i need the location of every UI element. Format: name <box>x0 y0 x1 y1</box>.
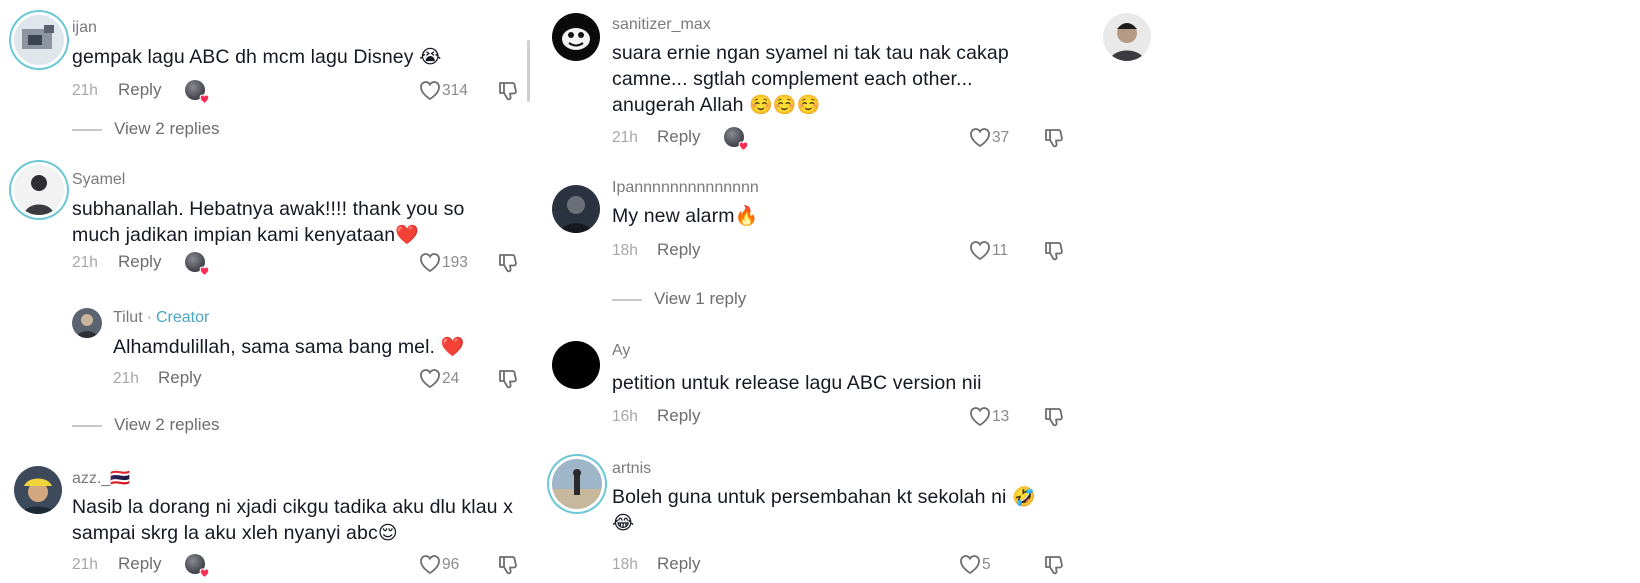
like-count: 193 <box>442 254 468 271</box>
comment-text: gempak lagu ABC dh mcm lagu Disney 😭 <box>72 46 442 68</box>
heart-outline-icon <box>420 555 440 575</box>
comment-username[interactable]: ijan <box>72 19 97 37</box>
comment-text: Nasib la dorang ni xjadi cikgu tadika ak… <box>72 496 513 544</box>
pixel-avatar-icon[interactable] <box>14 15 64 65</box>
beach-avatar-icon[interactable] <box>552 459 602 509</box>
reply-button[interactable]: Reply <box>657 406 700 426</box>
comment-username[interactable]: Ipannnnnnnnnnnnnn <box>612 179 759 197</box>
portrait-avatar-icon[interactable] <box>1103 13 1151 61</box>
comment-time: 16h <box>612 408 638 425</box>
reply-username[interactable]: Tilut · Creator <box>113 309 209 327</box>
view-replies-button[interactable]: View 1 reply <box>612 288 812 312</box>
heart-outline-icon <box>960 555 980 575</box>
comment-time: 21h <box>72 254 98 271</box>
comment-username[interactable]: sanitizer_max <box>612 16 711 34</box>
comment-username[interactable]: artnis <box>612 460 651 478</box>
reply-button[interactable]: Reply <box>657 554 700 574</box>
creator-liked-icon <box>185 252 210 277</box>
reply-button[interactable]: Reply <box>118 80 161 100</box>
comment-time: 18h <box>612 556 638 573</box>
thumbs-down-icon[interactable] <box>1042 126 1066 150</box>
comment-username[interactable]: Ay <box>612 342 630 360</box>
like-count: 13 <box>992 408 1010 425</box>
reply-button[interactable]: Reply <box>118 252 161 272</box>
like-count: 24 <box>442 370 460 387</box>
heart-outline-icon <box>970 407 990 427</box>
comment-time: 21h <box>612 129 638 146</box>
like-count: 5 <box>982 556 991 573</box>
view-replies-button[interactable]: View 2 replies <box>72 118 272 142</box>
emoji: 🤣 <box>1012 486 1036 508</box>
creator-liked-icon <box>724 127 749 152</box>
comment-time: 21h <box>72 556 98 573</box>
thumbs-down-icon[interactable] <box>496 79 520 103</box>
heart-outline-icon <box>970 241 990 261</box>
comment-text: subhanallah. Hebatnya awak!!!! thank you… <box>72 198 465 246</box>
emoji: ❤️ <box>440 336 465 358</box>
comment-text: Boleh guna untuk persembahan kt sekolah … <box>612 486 1036 534</box>
emoji: ❤️ <box>395 224 419 246</box>
scrollbar[interactable] <box>527 40 530 102</box>
yellow-hat-avatar-icon[interactable] <box>14 466 62 514</box>
reply-time: 21h <box>113 370 139 387</box>
comment-username[interactable]: azz._🇹🇭 <box>72 468 130 488</box>
comment-time: 21h <box>72 82 98 99</box>
thumbs-down-icon[interactable] <box>1042 239 1066 263</box>
person-avatar-icon[interactable] <box>14 165 64 215</box>
thumbs-down-icon[interactable] <box>496 367 520 391</box>
comment-column-3 <box>1095 0 1640 583</box>
comment-time: 18h <box>612 242 638 259</box>
emoji: 😌 <box>377 522 398 544</box>
heart-outline-icon <box>970 128 990 148</box>
like-count: 37 <box>992 129 1010 146</box>
reply-button[interactable]: Reply <box>657 240 700 260</box>
dark-photo-avatar-icon[interactable] <box>552 185 600 233</box>
comment-text: petition untuk release lagu ABC version … <box>612 372 982 394</box>
reply-button[interactable]: Reply <box>657 127 700 147</box>
reply-button[interactable]: Reply <box>118 554 161 574</box>
emoji: ☺️☺️☺️ <box>749 94 821 116</box>
comment-column-2: sanitizer_max suara ernie ngan syamel ni… <box>540 0 1080 583</box>
comment-column-1: ijan gempak lagu ABC dh mcm lagu Disney … <box>0 0 530 583</box>
like-count: 96 <box>442 556 460 573</box>
comment-text: suara ernie ngan syamel ni tak tau nak c… <box>612 42 1009 116</box>
creator-liked-icon <box>185 80 210 105</box>
comment-username[interactable]: Syamel <box>72 171 125 189</box>
like-count: 314 <box>442 82 468 99</box>
black-avatar-icon[interactable] <box>552 341 600 389</box>
thumbs-down-icon[interactable] <box>1042 405 1066 429</box>
reply-text: Alhamdulillah, sama sama bang mel. ❤️ <box>113 336 465 358</box>
thumbs-down-icon[interactable] <box>496 251 520 275</box>
creator-liked-icon <box>185 554 210 579</box>
creator-avatar-icon[interactable] <box>72 308 102 338</box>
emoji: 😂 <box>612 512 635 534</box>
emoji: 😭 <box>419 46 442 68</box>
heart-outline-icon <box>420 253 440 273</box>
like-count: 11 <box>992 242 1009 259</box>
thumbs-down-icon[interactable] <box>496 553 520 577</box>
view-replies-button[interactable]: View 2 replies <box>72 414 272 438</box>
heart-outline-icon <box>420 369 440 389</box>
creator-badge: Creator <box>155 309 210 326</box>
thumbs-down-icon[interactable] <box>1042 553 1066 577</box>
reply-button[interactable]: Reply <box>158 368 201 388</box>
emoji: 🔥 <box>734 205 759 227</box>
comment-text: My new alarm🔥 <box>612 205 759 227</box>
cartoon-avatar-icon[interactable] <box>552 13 600 61</box>
heart-outline-icon <box>420 81 440 101</box>
